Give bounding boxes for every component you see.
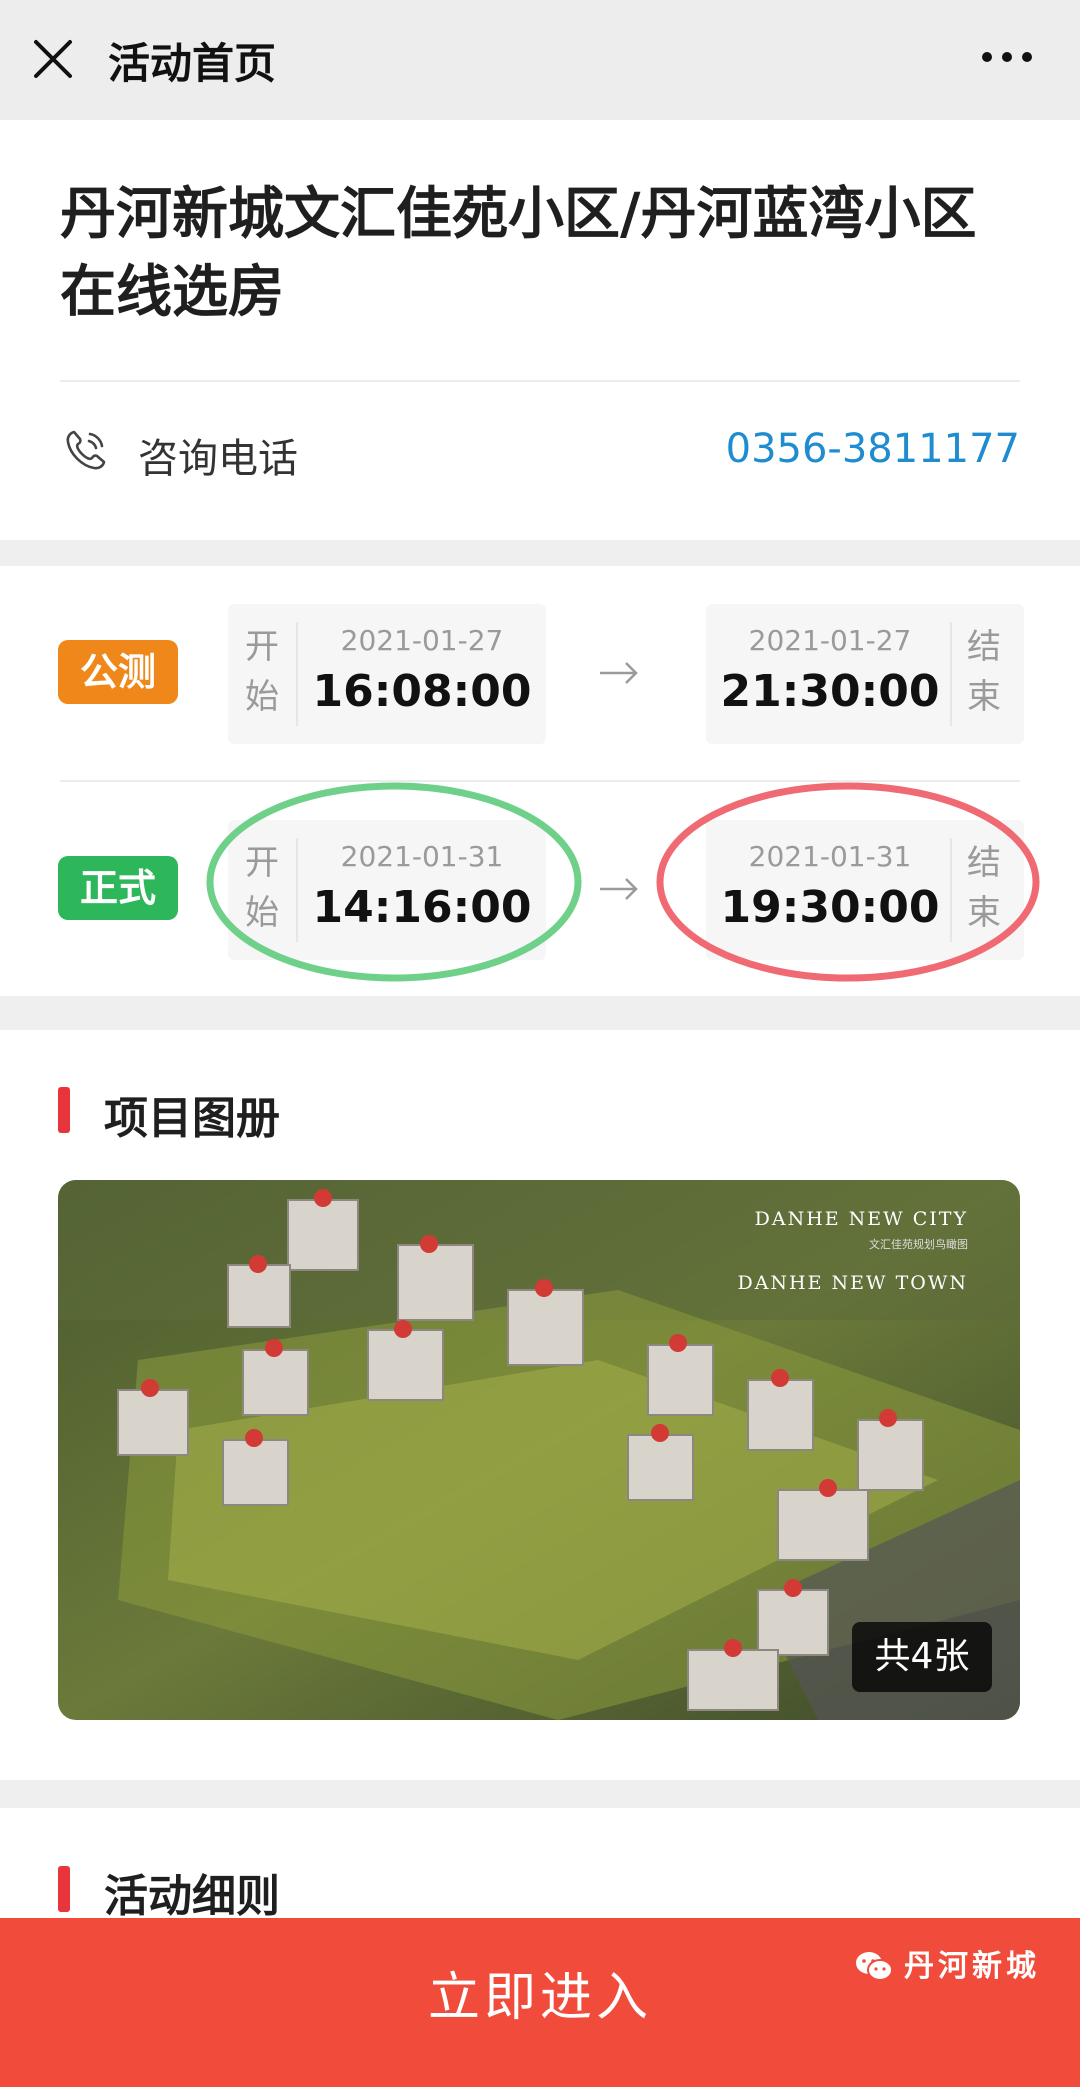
end-label: 束: [967, 677, 1001, 717]
end-time: 21:30:00: [720, 666, 940, 717]
page-title: 活动首页: [108, 39, 277, 88]
divider: [60, 780, 1020, 782]
end-time: 19:30:00: [720, 882, 940, 933]
phone-label: 咨询电话: [138, 436, 298, 482]
wechat-icon: [856, 1952, 893, 1981]
start-label: 开: [245, 627, 279, 667]
phone-number-link[interactable]: 0356-3811177: [726, 426, 1020, 472]
schedule-row-trial: 公测 开 始 2021-01-27 16:08:00 2021-01-27 21…: [0, 596, 1080, 766]
brand-logo-text: DANHE NEW CITY: [754, 1208, 968, 1230]
start-time: 14:16:00: [312, 882, 532, 933]
end-label: 结: [967, 627, 1001, 667]
end-label: 束: [967, 893, 1001, 933]
section-marker: [58, 1866, 70, 1912]
end-date: 2021-01-31: [748, 840, 912, 873]
start-label: 始: [245, 893, 279, 933]
event-title: 丹河新城文汇佳苑小区/丹河蓝湾小区在线选房: [60, 182, 977, 325]
album-photo[interactable]: DANHE NEW CITY 文汇佳苑规划鸟瞰图 DANHE NEW TOWN …: [58, 1180, 1020, 1720]
brand-logo-text: DANHE NEW TOWN: [737, 1272, 968, 1294]
schedule-card: 公测 开 始 2021-01-27 16:08:00 2021-01-27 21…: [0, 566, 1080, 996]
watermark: 丹河新城: [854, 1887, 1040, 2047]
start-date: 2021-01-31: [340, 840, 504, 873]
start-date: 2021-01-27: [340, 624, 504, 657]
end-label: 结: [967, 843, 1001, 883]
arrow-right-icon: [600, 662, 638, 684]
start-time-box: 开 始 2021-01-27 16:08:00: [228, 604, 546, 744]
more-menu-icon[interactable]: [982, 52, 1032, 62]
end-time-box: 2021-01-27 21:30:00 结 束: [706, 604, 1024, 744]
schedule-row-formal: 正式 开 始 2021-01-31 14:16:00 2021-01-31 19…: [0, 812, 1080, 982]
start-time: 16:08:00: [312, 666, 532, 717]
watermark-text: 丹河新城: [904, 1949, 1040, 1984]
album-title: 项目图册: [104, 1093, 280, 1144]
badge-formal: 正式: [58, 856, 178, 920]
start-time-box: 开 始 2021-01-31 14:16:00: [228, 820, 546, 960]
section-marker: [58, 1087, 70, 1133]
arrow-right-icon: [600, 878, 638, 900]
start-label: 开: [245, 843, 279, 883]
top-bar: 活动首页: [0, 0, 1080, 120]
close-icon[interactable]: [30, 36, 76, 82]
event-info-card: 丹河新城文汇佳苑小区/丹河蓝湾小区在线选房 咨询电话 0356-3811177: [0, 120, 1080, 540]
enter-now-label: 立即进入: [427, 1968, 652, 2028]
end-time-box: 2021-01-31 19:30:00 结 束: [706, 820, 1024, 960]
brand-subline: 文汇佳苑规划鸟瞰图: [869, 1238, 968, 1251]
enter-now-button[interactable]: 立即进入 丹河新城: [0, 1918, 1080, 2087]
divider: [60, 380, 1020, 382]
badge-trial: 公测: [58, 640, 178, 704]
phone-icon: [66, 430, 106, 470]
project-album-card: 项目图册 DANHE NEW CITY 文汇佳苑规划鸟瞰图 DANHE NEW …: [0, 1030, 1080, 1780]
start-label: 始: [245, 677, 279, 717]
consult-phone-row[interactable]: 咨询电话 0356-3811177: [60, 420, 1020, 482]
end-date: 2021-01-27: [748, 624, 912, 657]
rules-title: 活动细则: [104, 1871, 280, 1922]
photo-count-badge: 共4张: [852, 1622, 992, 1692]
